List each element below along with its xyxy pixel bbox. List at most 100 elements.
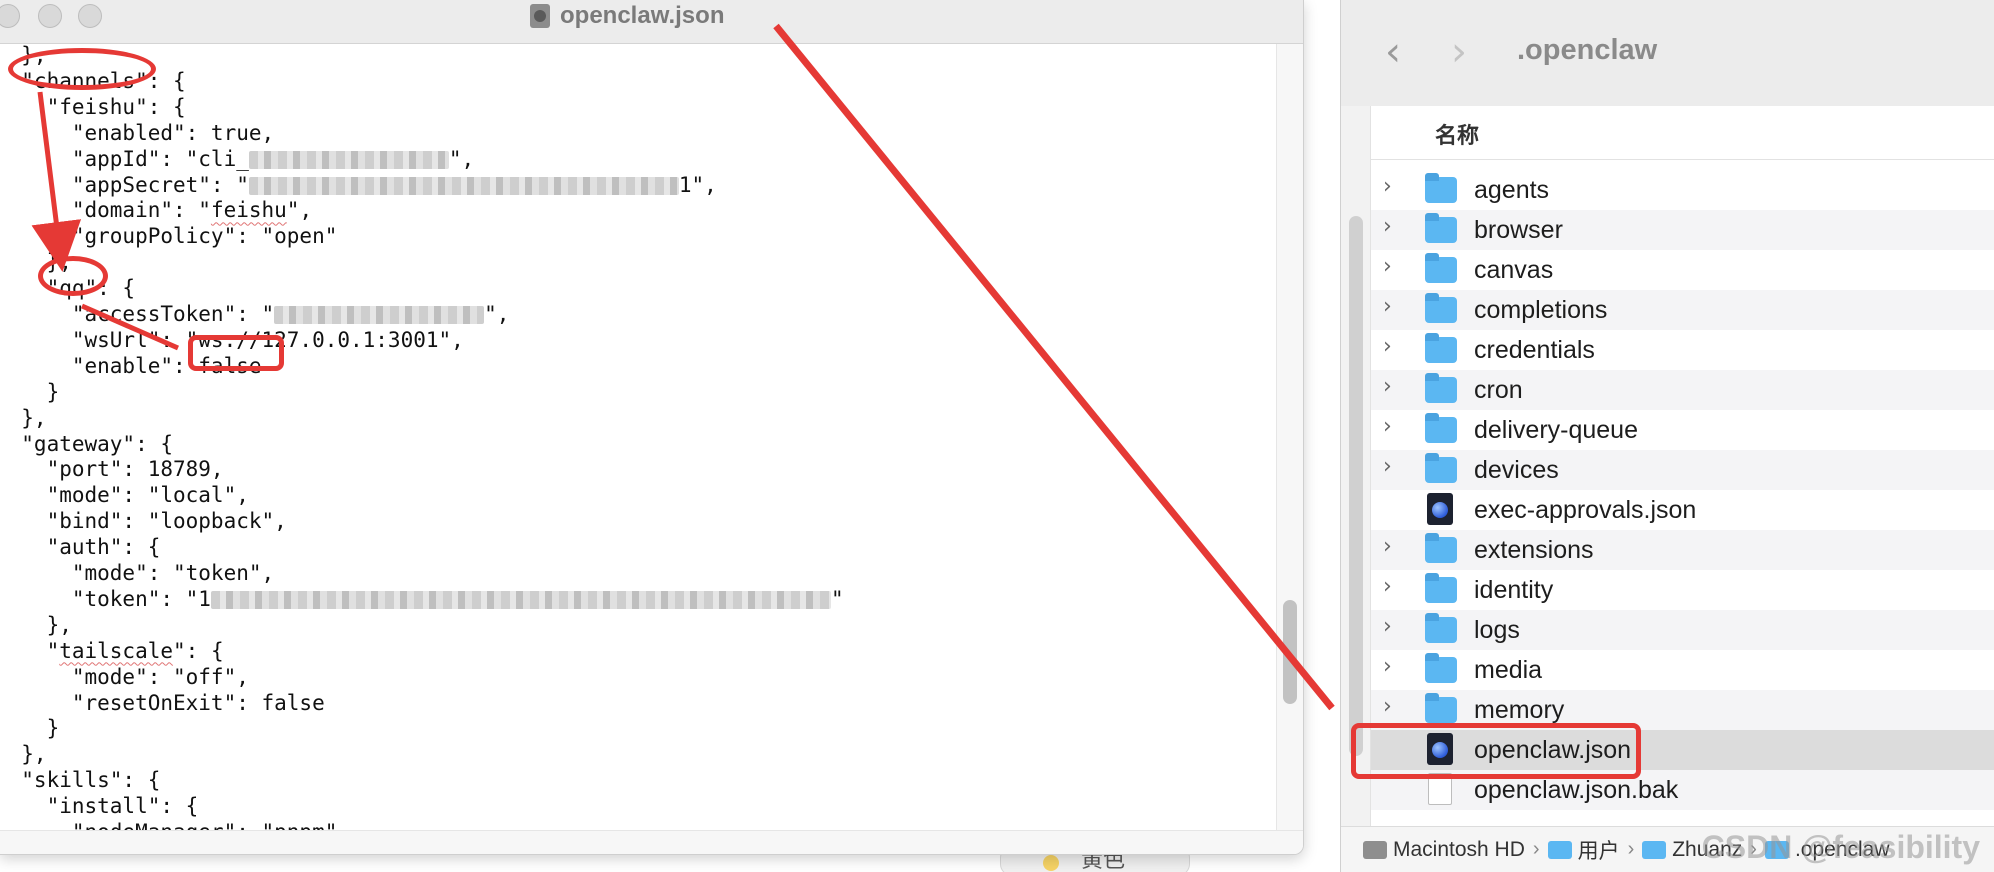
list-item-name: browser [1474, 216, 1563, 244]
path-separator-icon: › [1532, 838, 1540, 860]
folder-icon [1425, 373, 1457, 403]
list-item[interactable]: › delivery-queue [1371, 410, 1994, 450]
annotation-circle-channels [8, 48, 156, 90]
list-item-name: extensions [1474, 536, 1594, 564]
code-line: "mode": "off", [0, 664, 249, 690]
list-item[interactable]: exec-approvals.json [1371, 490, 1994, 530]
folder-icon [1425, 293, 1457, 323]
list-item-name: cron [1474, 376, 1523, 404]
code-token: "gateway": { [0, 431, 174, 456]
disclosure-chevron-icon[interactable]: › [1383, 254, 1392, 279]
list-item[interactable]: › credentials [1371, 330, 1994, 370]
annotation-box-openclaw-json [1351, 723, 1641, 779]
code-token: ", [484, 302, 510, 326]
code-token: "nodeManager": "pnpm" [0, 820, 338, 830]
list-item[interactable]: › media [1371, 650, 1994, 690]
list-item-name: media [1474, 656, 1543, 684]
editor-horizontal-scrollbar[interactable] [0, 830, 1303, 854]
list-item[interactable]: › completions [1371, 290, 1994, 330]
disclosure-chevron-icon[interactable]: › [1383, 654, 1392, 679]
disclosure-chevron-icon[interactable]: › [1383, 334, 1392, 359]
code-token: }, [0, 742, 47, 767]
disclosure-chevron-icon[interactable]: › [1383, 414, 1392, 439]
code-token: "token": "1 [0, 586, 211, 611]
path-item[interactable]: 用户 [1547, 835, 1620, 865]
zoom-button[interactable] [78, 4, 102, 28]
disclosure-chevron-icon[interactable]: › [1383, 294, 1392, 319]
disclosure-chevron-icon[interactable]: › [1383, 614, 1392, 639]
folder-icon [1425, 573, 1457, 603]
code-line: "appSecret": " 1", [0, 172, 717, 198]
list-item-name: logs [1474, 616, 1520, 644]
path-item[interactable]: Macintosh HD [1363, 838, 1525, 862]
column-header[interactable]: 名称 [1341, 106, 1994, 160]
code-line: "port": 18789, [0, 456, 224, 482]
json-file-icon [530, 4, 550, 28]
list-item-name: agents [1474, 176, 1550, 204]
drive-icon [1363, 840, 1387, 859]
code-line: } [0, 715, 60, 741]
code-token: "feishu": { [0, 94, 186, 119]
folder-icon [1425, 453, 1457, 483]
path-item-label: 用户 [1577, 839, 1620, 863]
list-item[interactable]: › logs [1371, 610, 1994, 650]
folder-icon [1425, 693, 1457, 723]
finder-scroll-thumb[interactable] [1349, 216, 1363, 756]
forward-chevron-icon[interactable]: › [1451, 32, 1467, 72]
code-token: "resetOnExit": false [0, 690, 325, 715]
folder-icon [1425, 413, 1457, 443]
list-item[interactable]: › browser [1371, 210, 1994, 250]
disclosure-chevron-icon[interactable]: › [1383, 374, 1392, 399]
code-line: "domain": "feishu", [0, 197, 312, 223]
code-line: "nodeManager": "pnpm" [0, 819, 338, 830]
disclosure-chevron-icon[interactable]: › [1383, 694, 1392, 719]
code-line: }, [0, 612, 72, 638]
code-line: "bind": "loopback", [0, 508, 287, 534]
editor-scroll-thumb[interactable] [1283, 600, 1297, 704]
list-item-name: identity [1474, 576, 1554, 604]
editor-scrollbar[interactable] [1276, 44, 1303, 830]
code-token: } [0, 716, 60, 741]
back-chevron-icon[interactable]: ‹ [1385, 32, 1401, 72]
close-button[interactable] [0, 4, 20, 28]
editor-titlebar[interactable]: openclaw.json [0, 0, 1303, 44]
annotation-circle-qq [38, 256, 108, 296]
list-item[interactable]: › canvas [1371, 250, 1994, 290]
column-header-name[interactable]: 名称 [1435, 118, 1479, 150]
code-line: "accessToken": " ", [0, 301, 510, 327]
code-line: "auth": { [0, 534, 161, 560]
list-item[interactable]: › identity [1371, 570, 1994, 610]
finder-toolbar: ‹ › .openclaw [1341, 0, 1994, 106]
disclosure-chevron-icon[interactable]: › [1383, 174, 1392, 199]
code-line: "groupPolicy": "open" [0, 223, 338, 249]
list-item-name: exec-approvals.json [1474, 496, 1697, 524]
redacted-value [274, 306, 485, 324]
path-separator-icon: › [1627, 838, 1635, 860]
code-editor[interactable]: }, "channels": { "feishu": { "enabled": … [0, 44, 1276, 830]
minimize-button[interactable] [38, 4, 62, 28]
code-token: "appId": "cli_ [0, 146, 249, 171]
folder-icon [1425, 253, 1457, 283]
finder-title: .openclaw [1517, 34, 1658, 66]
disclosure-chevron-icon[interactable]: › [1383, 454, 1392, 479]
code-token: "skills": { [0, 768, 161, 793]
list-item[interactable]: › devices [1371, 450, 1994, 490]
disclosure-chevron-icon[interactable]: › [1383, 534, 1392, 559]
code-token: "enabled": true, [0, 120, 275, 145]
list-item-name: canvas [1474, 256, 1554, 284]
code-token: }, [0, 612, 72, 637]
list-item[interactable]: › cron [1371, 370, 1994, 410]
folder-icon [1642, 840, 1667, 859]
code-token: 1", [678, 172, 717, 197]
annotation-box-false [188, 335, 284, 371]
code-token: ": { [173, 638, 224, 663]
list-item[interactable]: › agents [1371, 170, 1994, 210]
code-token: }, [0, 405, 47, 430]
list-item[interactable]: › extensions [1371, 530, 1994, 570]
code-token: } [0, 379, 60, 404]
disclosure-chevron-icon[interactable]: › [1383, 214, 1392, 239]
code-line: "mode": "token", [0, 560, 274, 586]
disclosure-chevron-icon[interactable]: › [1383, 574, 1392, 599]
code-line: } [0, 379, 60, 405]
code-line: "gateway": { [0, 431, 173, 457]
